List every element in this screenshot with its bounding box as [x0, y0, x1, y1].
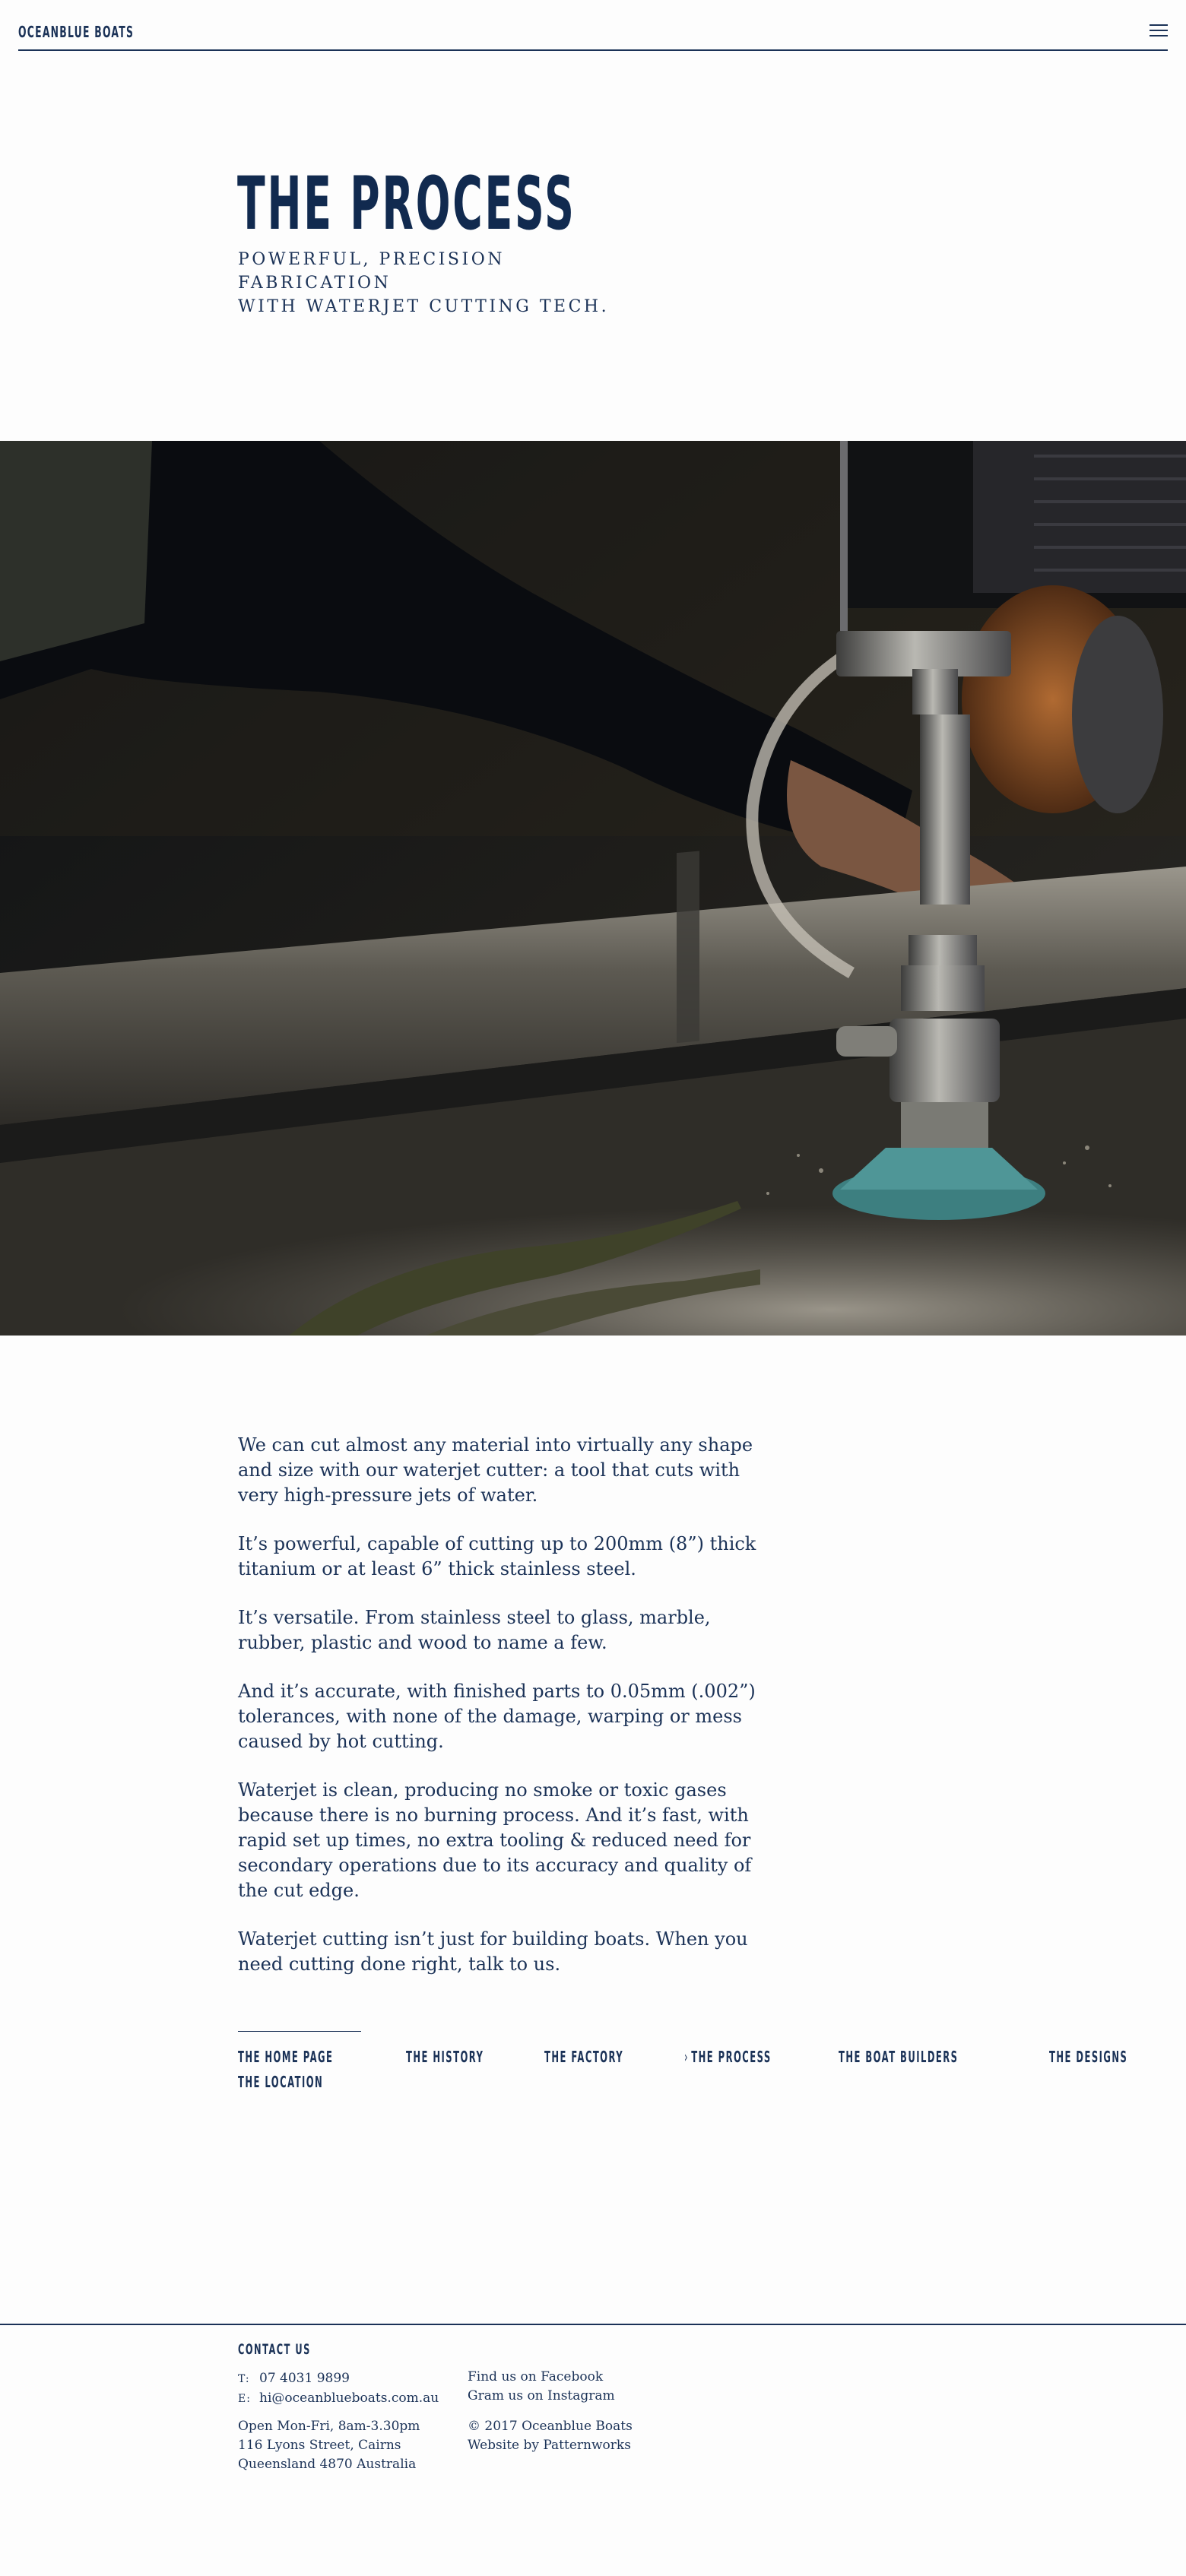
social-links: Find us on Facebook Gram us on Instagram [468, 2368, 615, 2406]
paragraph: We can cut almost any material into virt… [238, 1434, 753, 1506]
phone-key: T: [238, 2373, 250, 2385]
email-row: E: hi@oceanblueboats.com.au [238, 2389, 439, 2409]
email-key: E: [238, 2393, 251, 2405]
nav-item-process[interactable]: › THE PROCESS [684, 2048, 772, 2073]
paragraph: Waterjet is clean, producing no smoke or… [238, 1779, 752, 1901]
address-block: Open Mon-Fri, 8am-3.30pm 116 Lyons Stree… [238, 2417, 420, 2474]
subtitle-line: POWERFUL, PRECISION FABRICATION [238, 250, 505, 293]
credits-block: © 2017 Oceanblue Boats Website by Patter… [468, 2417, 633, 2455]
nav-item-label: THE HOME PAGE [238, 2048, 334, 2066]
page-subtitle: POWERFUL, PRECISION FABRICATION WITH WAT… [238, 248, 664, 318]
hero-photo [0, 441, 1186, 1336]
menu-line [1150, 35, 1168, 36]
nav-divider [238, 2031, 361, 2032]
nav-item-boat-builders[interactable]: THE BOAT BUILDERS [839, 2048, 958, 2073]
hamburger-menu-icon[interactable] [1150, 23, 1168, 38]
nav-item-label: THE BOAT BUILDERS [839, 2048, 959, 2066]
copyright: © 2017 Oceanblue Boats [468, 2419, 633, 2434]
nav-item-label: THE DESIGNS [1048, 2048, 1128, 2066]
process-description: We can cut almost any material into virt… [238, 1433, 778, 2001]
page-navigation: THE HOME PAGE THE HISTORY THE FACTORY › T… [238, 2048, 1186, 2098]
address-line: Queensland 4870 Australia [238, 2457, 417, 2472]
nav-item-label: THE LOCATION [238, 2073, 324, 2091]
footer-divider [0, 2324, 1186, 2325]
email-link[interactable]: hi@oceanblueboats.com.au [259, 2391, 439, 2406]
paragraph: Waterjet cutting isn’t just for building… [238, 1928, 748, 1975]
nav-item-home[interactable]: THE HOME PAGE [238, 2048, 333, 2073]
nav-item-location[interactable]: THE LOCATION [238, 2073, 323, 2098]
facebook-link[interactable]: Find us on Facebook [468, 2369, 603, 2384]
instagram-link[interactable]: Gram us on Instagram [468, 2388, 615, 2403]
phone-link[interactable]: 07 4031 9899 [259, 2371, 350, 2386]
site-logo[interactable]: OCEANBLUE BOATS [18, 23, 134, 41]
menu-line [1150, 30, 1168, 31]
opening-hours: Open Mon-Fri, 8am-3.30pm [238, 2419, 420, 2434]
nav-item-label: THE FACTORY [544, 2048, 623, 2066]
page-title: THE PROCESS [237, 161, 576, 246]
nav-item-label: THE HISTORY [406, 2048, 484, 2066]
credit-link[interactable]: Website by Patternworks [468, 2438, 631, 2453]
menu-line [1150, 24, 1168, 26]
waterjet-photo-illustration [0, 441, 1186, 1336]
paragraph: And it’s accurate, with finished parts t… [238, 1681, 756, 1752]
site-header: OCEANBLUE BOATS [18, 0, 1168, 51]
phone-row: T: 07 4031 9899 [238, 2369, 439, 2389]
paragraph: It’s versatile. From stainless steel to … [238, 1607, 711, 1653]
subtitle-line: WITH WATERJET CUTTING TECH. [238, 297, 610, 316]
contact-heading: CONTACT US [238, 2341, 311, 2358]
address-line: 116 Lyons Street, Cairns [238, 2438, 401, 2453]
nav-item-designs[interactable]: THE DESIGNS [1049, 2048, 1127, 2073]
nav-item-history[interactable]: THE HISTORY [406, 2048, 484, 2073]
paragraph: It’s powerful, capable of cutting up to … [238, 1533, 756, 1580]
nav-item-label: THE PROCESS [691, 2048, 772, 2066]
contact-details: T: 07 4031 9899 E: hi@oceanblueboats.com.a… [238, 2369, 439, 2409]
nav-item-factory[interactable]: THE FACTORY [544, 2048, 623, 2073]
